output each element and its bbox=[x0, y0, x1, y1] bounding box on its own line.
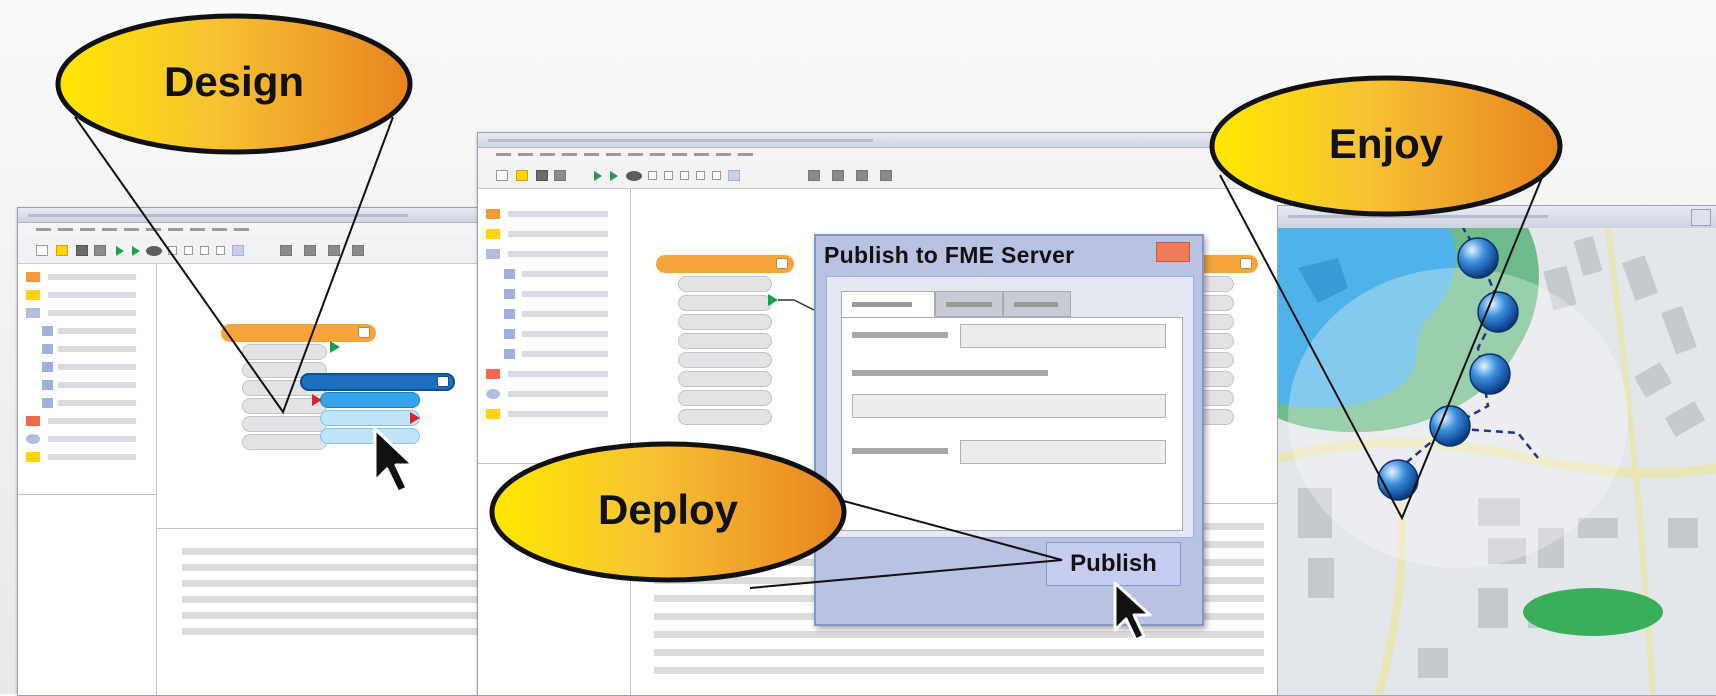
design-label: Design bbox=[163, 58, 305, 105]
deploy-label: Deploy bbox=[597, 486, 739, 533]
enjoy-label: Enjoy bbox=[1328, 120, 1444, 167]
